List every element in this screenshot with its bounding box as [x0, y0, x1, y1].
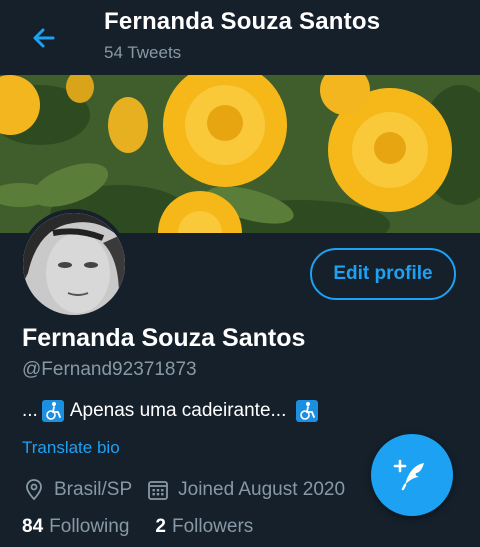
- bio-prefix: ...: [22, 400, 38, 421]
- followers-count: 2: [155, 516, 166, 537]
- follow-stats: 84 Following 2 Followers: [22, 516, 279, 538]
- profile-name: Fernanda Souza Santos: [22, 324, 306, 352]
- profile-handle: @Fernand92371873: [22, 359, 197, 380]
- location-pin-icon: [22, 478, 46, 502]
- bio-text: Apenas uma cadeirante...: [69, 400, 287, 421]
- top-bar: Fernanda Souza Santos 54 Tweets: [0, 0, 480, 75]
- following-link[interactable]: 84 Following: [22, 516, 129, 538]
- profile-meta: Brasil/SP Joined August 2020: [22, 478, 345, 502]
- back-button[interactable]: [28, 22, 60, 54]
- calendar-icon: [146, 478, 170, 502]
- compose-tweet-button[interactable]: [371, 434, 453, 516]
- wheelchair-icon: [296, 400, 319, 422]
- following-count: 84: [22, 516, 44, 537]
- edit-profile-button[interactable]: Edit profile: [310, 248, 456, 300]
- followers-link[interactable]: 2 Followers: [155, 516, 253, 538]
- avatar-photo: [23, 213, 125, 315]
- arrow-left-icon: [33, 28, 55, 48]
- location-text: Brasil/SP: [54, 479, 133, 500]
- tweet-count: 54 Tweets: [104, 43, 182, 62]
- translate-bio-link[interactable]: Translate bio: [22, 438, 120, 458]
- avatar[interactable]: [19, 209, 129, 319]
- wheelchair-icon: [41, 400, 64, 422]
- profile-bio: ... Apenas uma cadeirante...: [22, 400, 322, 422]
- compose-feather-icon: [393, 459, 424, 491]
- page-title: Fernanda Souza Santos: [104, 8, 381, 35]
- joined-text: Joined August 2020: [178, 479, 346, 500]
- followers-label: Followers: [171, 516, 254, 537]
- following-label: Following: [49, 516, 130, 537]
